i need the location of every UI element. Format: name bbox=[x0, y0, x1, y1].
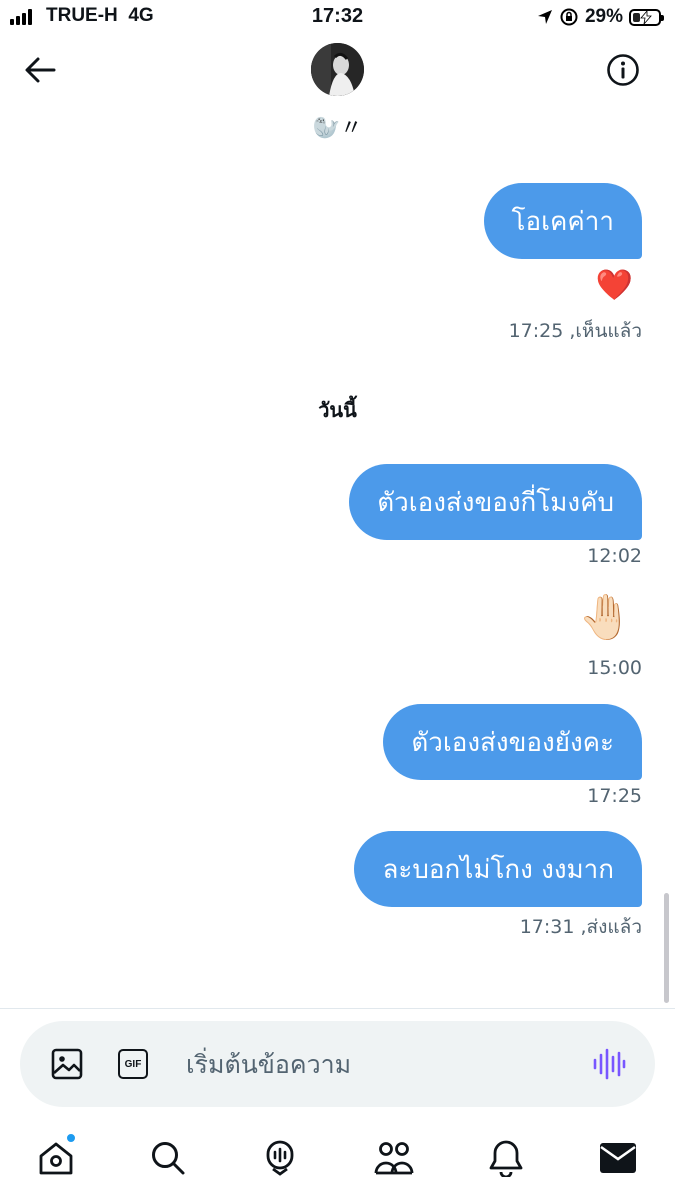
image-icon bbox=[51, 1048, 83, 1080]
conversation-header: 🦭〃 bbox=[0, 36, 675, 152]
message-text: โอเคค่าา bbox=[511, 206, 614, 237]
gif-icon: GIF bbox=[118, 1049, 148, 1079]
message-bubble[interactable]: ละบอกไม่โกง งงมาก bbox=[354, 831, 642, 907]
avatar[interactable] bbox=[311, 43, 364, 96]
messages-icon bbox=[600, 1143, 636, 1173]
message-text: ละบอกไม่โกง งงมาก bbox=[382, 854, 614, 885]
message-meta: 17:25 bbox=[587, 785, 642, 807]
message-meta: 17:31 ,ส่งแล้ว bbox=[519, 916, 642, 938]
battery-fill bbox=[633, 12, 640, 22]
scrollbar[interactable] bbox=[664, 893, 669, 1003]
contact-name[interactable]: 🦭〃 bbox=[0, 110, 675, 142]
spaces-icon bbox=[266, 1140, 294, 1176]
nav-spaces[interactable] bbox=[258, 1136, 302, 1180]
back-button[interactable] bbox=[20, 50, 60, 90]
heart-reaction-icon[interactable]: ❤️ bbox=[596, 271, 633, 301]
orientation-lock-icon bbox=[560, 8, 578, 26]
voice-waveform-icon bbox=[593, 1048, 626, 1080]
message-text: ตัวเองส่งของยังคะ bbox=[411, 727, 614, 758]
raised-hand-emoji[interactable]: 🤚🏻 bbox=[578, 596, 633, 640]
home-icon bbox=[39, 1142, 73, 1175]
image-button[interactable] bbox=[50, 1047, 84, 1081]
battery-percent: 29% bbox=[584, 6, 623, 27]
info-icon bbox=[607, 54, 639, 86]
location-arrow-icon bbox=[537, 10, 552, 24]
nav-communities[interactable] bbox=[372, 1136, 416, 1180]
notification-dot bbox=[66, 1133, 76, 1143]
nav-search[interactable] bbox=[146, 1136, 190, 1180]
message-bubble[interactable]: ตัวเองส่งของยังคะ bbox=[383, 704, 642, 780]
search-icon bbox=[152, 1142, 185, 1175]
day-divider: วันนี้ bbox=[318, 398, 357, 422]
status-bar: TRUE-H 4G 17:32 29% bbox=[0, 0, 675, 36]
nav-messages[interactable] bbox=[596, 1136, 640, 1180]
gif-button[interactable]: GIF bbox=[116, 1047, 150, 1081]
info-button[interactable] bbox=[603, 50, 643, 90]
voice-message-button[interactable] bbox=[591, 1045, 627, 1083]
message-meta: 17:25 ,เห็นแล้ว bbox=[508, 320, 642, 342]
message-input[interactable] bbox=[186, 1042, 576, 1086]
message-bubble[interactable]: โอเคค่าา bbox=[483, 183, 642, 259]
arrow-left-icon bbox=[25, 57, 56, 83]
message-meta: 15:00 bbox=[587, 657, 642, 679]
message-bubble[interactable]: ตัวเองส่งของกี่โมงคับ bbox=[349, 464, 642, 540]
notifications-icon bbox=[489, 1140, 523, 1177]
status-indicators: 29% bbox=[537, 5, 664, 29]
divider bbox=[0, 1008, 675, 1009]
bottom-navigation bbox=[0, 1120, 675, 1200]
message-composer: GIF bbox=[20, 1021, 655, 1107]
message-meta: 12:02 bbox=[587, 545, 642, 567]
communities-icon bbox=[374, 1142, 414, 1175]
nav-home[interactable] bbox=[34, 1133, 78, 1180]
message-text: ตัวเองส่งของกี่โมงคับ bbox=[377, 487, 614, 518]
battery-icon bbox=[629, 8, 664, 26]
nav-notifications[interactable] bbox=[484, 1136, 528, 1180]
